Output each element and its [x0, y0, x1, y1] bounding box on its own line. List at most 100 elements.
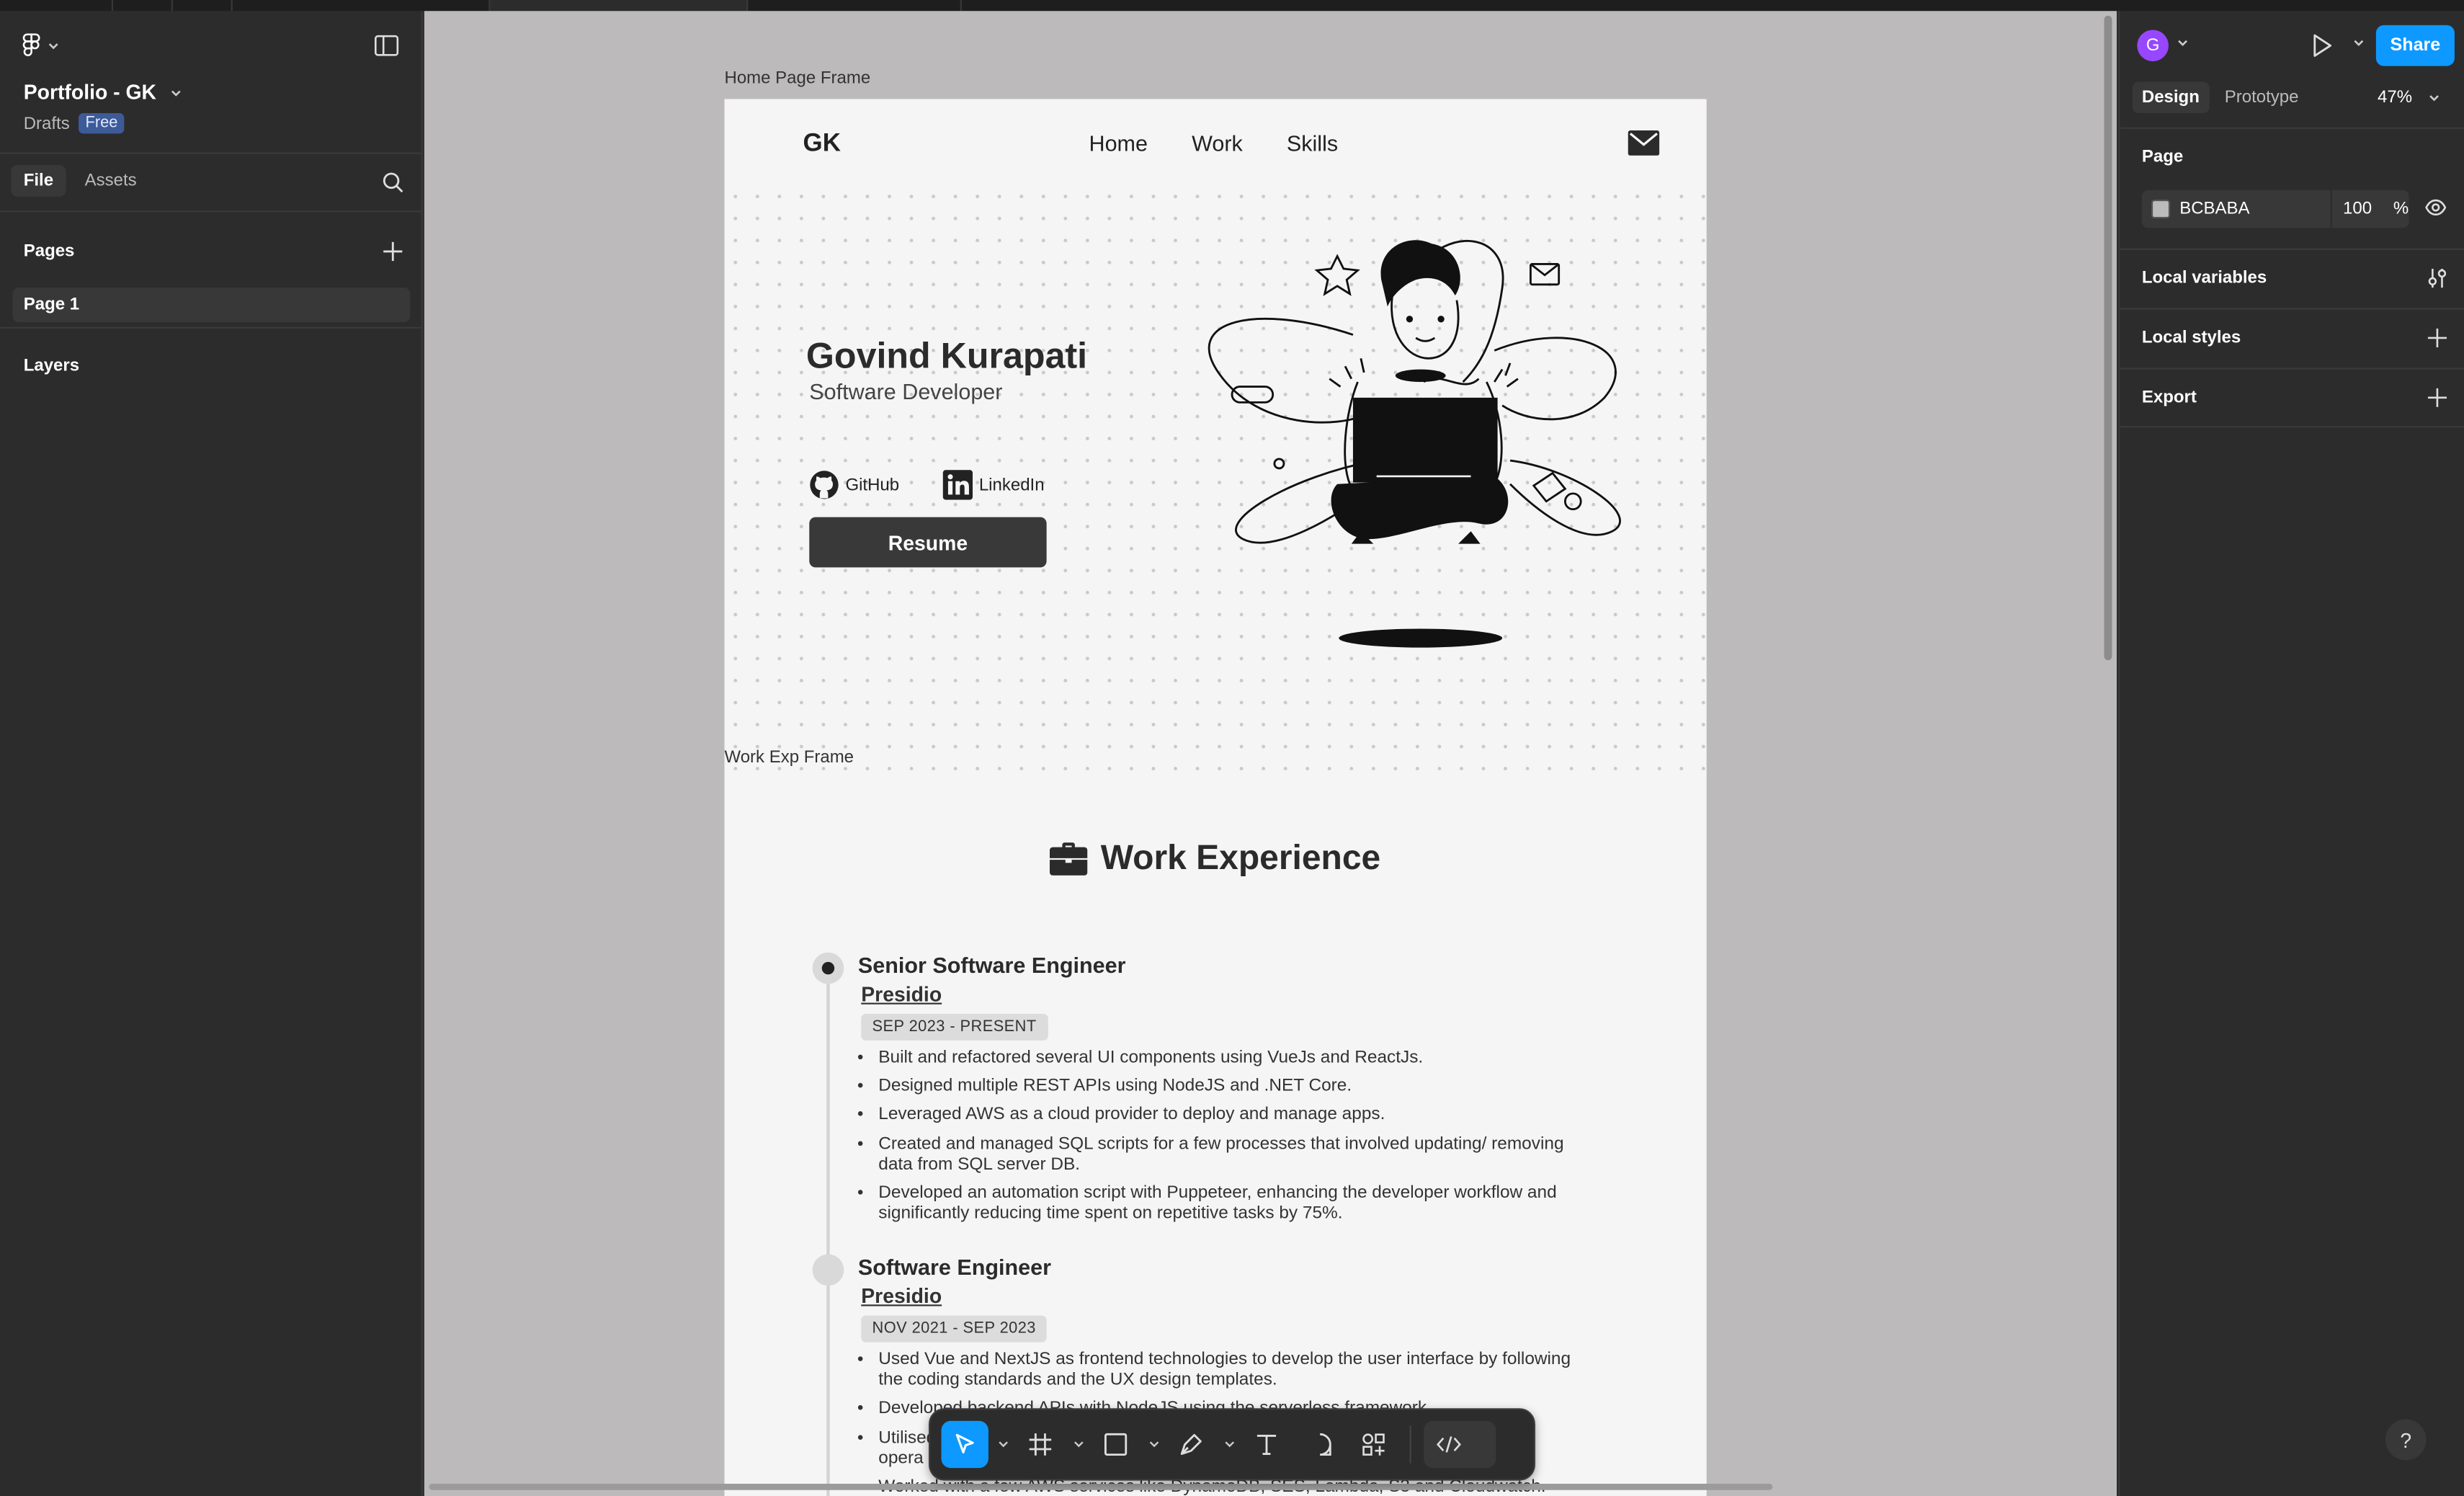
file-location: Drafts Free — [24, 113, 125, 134]
list-item: Developed an automation script with Pupp… — [878, 1183, 1581, 1225]
tab-file[interactable]: File — [11, 165, 66, 197]
divider — [2120, 368, 2464, 370]
pen-icon — [1180, 1433, 1202, 1455]
cursor-icon — [955, 1433, 974, 1453]
frame-label-work[interactable]: Work Exp Frame — [724, 748, 854, 767]
divider — [0, 210, 423, 213]
list-item: Leveraged AWS as a cloud provider to dep… — [878, 1105, 1581, 1126]
chevron-down-icon — [1148, 1441, 1159, 1448]
job-date-badge: NOV 2021 - SEP 2023 — [861, 1315, 1048, 1343]
github-icon — [810, 471, 839, 499]
fill-hex-input[interactable]: BCBABA — [2179, 200, 2330, 218]
help-button[interactable]: ? — [2385, 1419, 2427, 1461]
color-swatch[interactable] — [2151, 200, 2171, 219]
zoom-control[interactable]: 47% — [2378, 88, 2440, 107]
dev-mode-toggle[interactable] — [1424, 1420, 1496, 1469]
page-item-page-1[interactable]: Page 1 — [12, 288, 411, 323]
nav-skills: Skills — [1286, 130, 1339, 156]
chevron-down-icon — [1073, 1441, 1083, 1448]
file-assets-tabs: File Assets — [11, 165, 149, 197]
timeline-dot-active — [812, 952, 844, 984]
shape-tool-menu[interactable] — [1146, 1440, 1161, 1449]
design-prototype-tabs: Design Prototype — [2132, 81, 2308, 114]
tab-design[interactable]: Design — [2132, 81, 2209, 114]
job-title: Senior Software Engineer — [857, 952, 1126, 978]
page-section-header: Page — [2141, 148, 2184, 167]
figma-window: Portfolio - GK Drafts Free File Assets P… — [0, 0, 2464, 1496]
shape-tool[interactable] — [1092, 1421, 1139, 1468]
plan-badge: Free — [79, 113, 125, 134]
frame-tool-menu[interactable] — [1070, 1440, 1086, 1449]
chevron-down-icon — [998, 1441, 1007, 1448]
add-page-icon[interactable] — [382, 241, 404, 263]
export-header: Export — [2141, 388, 2197, 407]
local-styles-header: Local styles — [2141, 328, 2241, 348]
list-item: Used Vue and NextJS as frontend technolo… — [878, 1350, 1581, 1392]
search-icon[interactable] — [382, 172, 404, 194]
job-bullets: Built and refactored several UI componen… — [878, 1048, 1581, 1225]
chevron-down-icon[interactable] — [2352, 36, 2365, 48]
browser-tab-strip — [0, 0, 2464, 12]
comment-tool[interactable] — [1296, 1421, 1343, 1468]
figma-logo-icon — [22, 33, 40, 56]
add-style-icon[interactable] — [2427, 328, 2447, 348]
file-name: Portfolio - GK — [23, 80, 157, 104]
pen-tool[interactable] — [1168, 1421, 1215, 1468]
mail-icon — [1628, 130, 1660, 156]
developer-illustration — [1208, 239, 1621, 648]
canvas[interactable]: Home Page Frame GK Home Work Skills Govi… — [424, 11, 2117, 1496]
chevron-down-icon — [170, 89, 180, 96]
bottom-toolbar — [929, 1408, 1535, 1481]
divider — [2120, 127, 2464, 129]
drafts-link[interactable]: Drafts — [24, 114, 70, 133]
opacity-unit: % — [2393, 200, 2409, 219]
comment-icon — [1320, 1433, 1331, 1456]
nav-home: Home — [1089, 130, 1148, 156]
pen-tool-menu[interactable] — [1221, 1440, 1237, 1449]
avatar[interactable]: G — [2137, 30, 2169, 62]
frame-icon — [1029, 1433, 1052, 1456]
variables-adjust-icon[interactable] — [2428, 267, 2447, 290]
file-title[interactable]: Portfolio - GK — [24, 80, 182, 104]
add-export-icon[interactable] — [2427, 388, 2447, 407]
github-label: GitHub — [845, 475, 900, 494]
hero-name: Govind Kurapati — [805, 334, 1088, 376]
right-panel: G Share Design Prototype 47% Page BCBABA… — [2118, 11, 2464, 1496]
hero-role: Software Developer — [809, 378, 1003, 404]
home-page-frame[interactable]: GK Home Work Skills Govind Kurapati Soft… — [724, 99, 1707, 1496]
frame-label-home[interactable]: Home Page Frame — [724, 69, 870, 88]
chevron-down-icon — [48, 43, 58, 50]
vertical-scrollbar[interactable] — [2104, 15, 2112, 661]
tab-prototype[interactable]: Prototype — [2215, 81, 2308, 113]
page-fill-row[interactable]: BCBABA 100 % — [2141, 190, 2409, 228]
linkedin-icon — [942, 470, 973, 500]
tab-assets[interactable]: Assets — [72, 165, 149, 197]
chevron-down-icon — [1224, 1441, 1233, 1448]
zoom-level: 47% — [2378, 88, 2413, 107]
divider — [2120, 248, 2464, 250]
sidebar-toggle-icon[interactable] — [374, 35, 399, 57]
main-menu-button[interactable] — [22, 33, 60, 58]
chevron-down-icon — [2429, 95, 2440, 102]
job-date-badge: SEP 2023 - PRESENT — [861, 1013, 1048, 1041]
eye-icon[interactable] — [2424, 198, 2447, 217]
chevron-down-icon[interactable] — [2177, 36, 2189, 48]
left-sidebar: Portfolio - GK Drafts Free File Assets P… — [0, 11, 423, 1496]
move-tool[interactable] — [941, 1420, 988, 1469]
linkedin-label: LinkedIn — [978, 475, 1045, 494]
move-tool-menu[interactable] — [995, 1440, 1011, 1449]
list-item: Designed multiple REST APIs using NodeJS… — [878, 1077, 1581, 1098]
github-link: GitHub — [809, 470, 899, 499]
frame-tool[interactable] — [1017, 1421, 1063, 1468]
actions-tool[interactable] — [1350, 1421, 1397, 1468]
horizontal-scrollbar[interactable] — [429, 1483, 1773, 1490]
share-button[interactable]: Share — [2375, 25, 2455, 66]
list-item: Built and refactored several UI componen… — [878, 1048, 1581, 1069]
timeline-line — [826, 979, 830, 1496]
list-item: Created and managed SQL scripts for a fe… — [878, 1134, 1581, 1176]
job-company: Presidio — [861, 1283, 942, 1308]
fill-opacity-input[interactable]: 100 — [2343, 200, 2390, 218]
linkedin-link: LinkedIn — [942, 470, 1045, 500]
present-play-icon[interactable] — [2311, 33, 2334, 58]
text-tool[interactable] — [1243, 1421, 1290, 1468]
